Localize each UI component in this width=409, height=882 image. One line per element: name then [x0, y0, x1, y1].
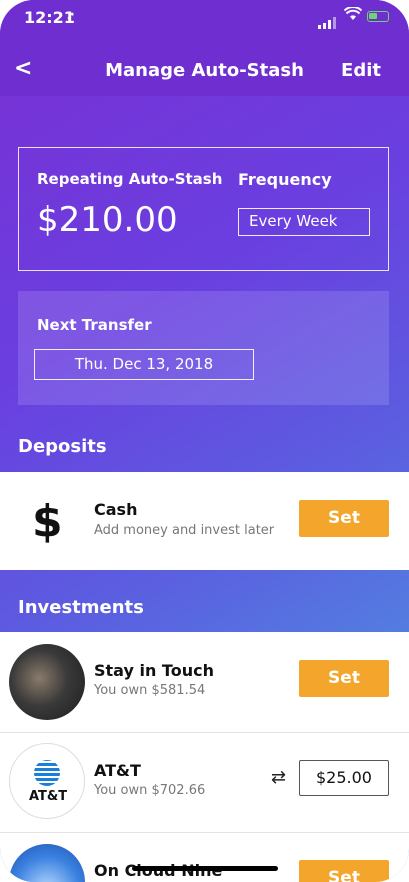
nav-bar: < Manage Auto-Stash Edit	[0, 54, 409, 90]
stay-in-touch-set-button[interactable]: Set	[299, 660, 389, 697]
frequency-label: Frequency	[238, 170, 332, 189]
auto-stash-card: Repeating Auto-Stash $210.00 Frequency E…	[18, 147, 389, 271]
next-transfer-label: Next Transfer	[37, 316, 152, 334]
next-transfer-card: Next Transfer Thu. Dec 13, 2018	[18, 291, 389, 405]
investment-subtitle: You own $702.66	[94, 783, 206, 798]
wifi-icon	[343, 6, 363, 25]
deposit-subtitle: Add money and invest later	[94, 523, 275, 538]
edit-button[interactable]: Edit	[341, 60, 381, 81]
signal-icon	[318, 10, 338, 29]
auto-stash-amount[interactable]: $210.00	[37, 200, 178, 240]
stay-in-touch-image	[9, 644, 85, 720]
att-globe-icon	[34, 760, 60, 786]
dollar-icon: $	[32, 496, 63, 547]
status-bar: 12:21 ➚	[0, 0, 409, 36]
deposit-row-cash[interactable]: $ Cash Add money and invest later Set	[0, 472, 409, 570]
investment-title: AT&T	[94, 761, 141, 780]
next-transfer-date-field[interactable]: Thu. Dec 13, 2018	[34, 349, 254, 380]
row-divider	[0, 732, 409, 733]
investment-title: Stay in Touch	[94, 661, 214, 680]
location-icon: ➚	[66, 9, 76, 22]
battery-icon	[367, 11, 389, 22]
phone-screen: 12:21 ➚ < Manage Auto-Stash Edit Repeati…	[0, 0, 409, 882]
on-cloud-nine-image	[9, 844, 85, 882]
cash-set-button[interactable]: Set	[299, 500, 389, 537]
investments-list: Stay in Touch You own $581.54 Set AT&T A…	[0, 632, 409, 882]
deposit-title: Cash	[94, 500, 138, 519]
att-logo: AT&T	[9, 743, 85, 819]
frequency-select[interactable]: Every Week	[238, 208, 370, 236]
deposits-heading: Deposits	[18, 436, 107, 457]
att-logo-text: AT&T	[28, 789, 68, 804]
investment-subtitle: You own $581.54	[94, 683, 206, 698]
att-amount-button[interactable]: $25.00	[299, 760, 389, 796]
home-indicator[interactable]	[132, 866, 278, 871]
row-divider	[0, 832, 409, 833]
investments-heading: Investments	[18, 597, 144, 618]
on-cloud-nine-set-button[interactable]: Set	[299, 860, 389, 882]
swap-arrows-icon[interactable]: ⇄	[271, 767, 286, 788]
repeating-label: Repeating Auto-Stash	[37, 170, 223, 188]
